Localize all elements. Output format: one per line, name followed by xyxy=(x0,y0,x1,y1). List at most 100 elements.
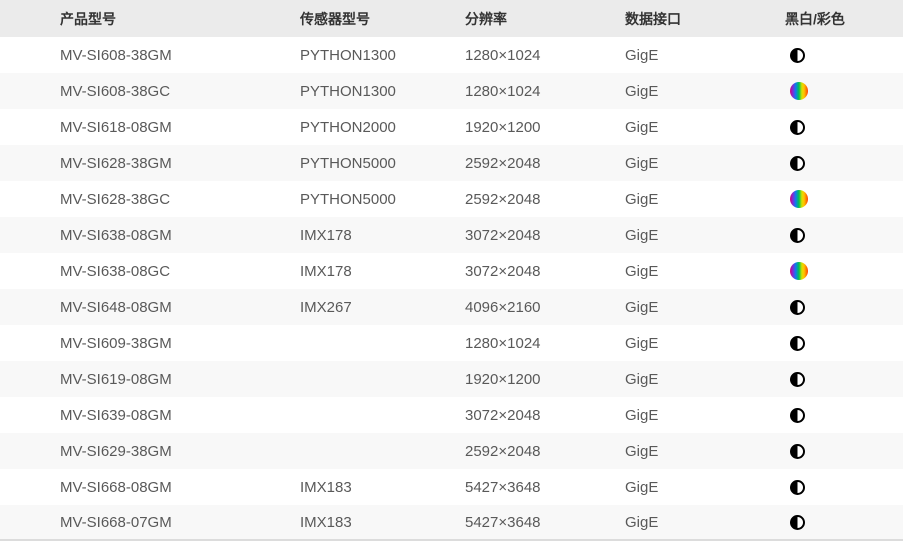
cell-sensor: IMX178 xyxy=(300,227,465,244)
cell-color-mode xyxy=(785,444,903,459)
cell-interface: GigE xyxy=(625,443,785,460)
cell-color-mode xyxy=(785,156,903,171)
mono-half-circle-icon xyxy=(790,156,805,171)
column-header-model: 产品型号 xyxy=(0,9,300,29)
cell-resolution: 1920×1200 xyxy=(465,119,625,136)
table-row: MV-SI668-07GM IMX183 5427×3648 GigE xyxy=(0,505,903,541)
cell-model: MV-SI608-38GC xyxy=(0,83,300,100)
color-spectrum-icon xyxy=(790,82,808,100)
cell-resolution: 1920×1200 xyxy=(465,371,625,388)
column-header-sensor: 传感器型号 xyxy=(300,9,465,29)
cell-interface: GigE xyxy=(625,83,785,100)
color-spectrum-icon xyxy=(790,190,808,208)
cell-interface: GigE xyxy=(625,479,785,496)
table-row: MV-SI608-38GC PYTHON1300 1280×1024 GigE xyxy=(0,73,903,109)
cell-color-mode xyxy=(785,120,903,135)
table-row: MV-SI628-38GC PYTHON5000 2592×2048 GigE xyxy=(0,181,903,217)
cell-model: MV-SI628-38GM xyxy=(0,155,300,172)
cell-interface: GigE xyxy=(625,263,785,280)
cell-color-mode xyxy=(785,300,903,315)
cell-resolution: 3072×2048 xyxy=(465,263,625,280)
table-row: MV-SI618-08GM PYTHON2000 1920×1200 GigE xyxy=(0,109,903,145)
cell-sensor: PYTHON5000 xyxy=(300,191,465,208)
cell-color-mode xyxy=(785,336,903,351)
mono-half-circle-icon xyxy=(790,372,805,387)
cell-model: MV-SI638-08GM xyxy=(0,227,300,244)
cell-model: MV-SI628-38GC xyxy=(0,191,300,208)
mono-half-circle-icon xyxy=(790,300,805,315)
cell-resolution: 1280×1024 xyxy=(465,335,625,352)
table-row: MV-SI619-08GM 1920×1200 GigE xyxy=(0,361,903,397)
column-header-resolution: 分辨率 xyxy=(465,9,625,29)
cell-model: MV-SI629-38GM xyxy=(0,443,300,460)
cell-model: MV-SI618-08GM xyxy=(0,119,300,136)
cell-resolution: 2592×2048 xyxy=(465,191,625,208)
mono-half-circle-icon xyxy=(790,444,805,459)
cell-sensor: IMX183 xyxy=(300,479,465,496)
table-header-row: 产品型号 传感器型号 分辨率 数据接口 黑白/彩色 xyxy=(0,0,903,37)
cell-model: MV-SI638-08GC xyxy=(0,263,300,280)
cell-model: MV-SI639-08GM xyxy=(0,407,300,424)
cell-interface: GigE xyxy=(625,47,785,64)
table-row: MV-SI628-38GM PYTHON5000 2592×2048 GigE xyxy=(0,145,903,181)
mono-half-circle-icon xyxy=(790,336,805,351)
cell-interface: GigE xyxy=(625,514,785,531)
cell-color-mode xyxy=(785,228,903,243)
cell-color-mode xyxy=(785,515,903,530)
table-row: MV-SI638-08GM IMX178 3072×2048 GigE xyxy=(0,217,903,253)
cell-sensor: PYTHON1300 xyxy=(300,47,465,64)
table-row: MV-SI668-08GM IMX183 5427×3648 GigE xyxy=(0,469,903,505)
column-header-color-mode: 黑白/彩色 xyxy=(785,9,903,29)
cell-interface: GigE xyxy=(625,119,785,136)
cell-sensor: IMX267 xyxy=(300,299,465,316)
cell-interface: GigE xyxy=(625,191,785,208)
mono-half-circle-icon xyxy=(790,228,805,243)
cell-sensor: PYTHON5000 xyxy=(300,155,465,172)
cell-resolution: 1280×1024 xyxy=(465,83,625,100)
cell-interface: GigE xyxy=(625,227,785,244)
cell-model: MV-SI619-08GM xyxy=(0,371,300,388)
cell-resolution: 1280×1024 xyxy=(465,47,625,64)
cell-interface: GigE xyxy=(625,407,785,424)
cell-resolution: 2592×2048 xyxy=(465,155,625,172)
table-row: MV-SI639-08GM 3072×2048 GigE xyxy=(0,397,903,433)
cell-sensor: IMX183 xyxy=(300,514,465,531)
cell-resolution: 5427×3648 xyxy=(465,479,625,496)
cell-model: MV-SI668-07GM xyxy=(0,514,300,531)
table-row: MV-SI609-38GM 1280×1024 GigE xyxy=(0,325,903,361)
color-spectrum-icon xyxy=(790,262,808,280)
table-row: MV-SI629-38GM 2592×2048 GigE xyxy=(0,433,903,469)
cell-sensor: PYTHON1300 xyxy=(300,83,465,100)
cell-color-mode xyxy=(785,190,903,208)
cell-interface: GigE xyxy=(625,335,785,352)
cell-color-mode xyxy=(785,372,903,387)
cell-color-mode xyxy=(785,48,903,63)
cell-model: MV-SI648-08GM xyxy=(0,299,300,316)
product-spec-table: 产品型号 传感器型号 分辨率 数据接口 黑白/彩色 MV-SI608-38GM … xyxy=(0,0,903,541)
cell-color-mode xyxy=(785,262,903,280)
mono-half-circle-icon xyxy=(790,515,805,530)
table-row: MV-SI608-38GM PYTHON1300 1280×1024 GigE xyxy=(0,37,903,73)
cell-interface: GigE xyxy=(625,371,785,388)
cell-resolution: 3072×2048 xyxy=(465,227,625,244)
cell-resolution: 5427×3648 xyxy=(465,514,625,531)
cell-resolution: 2592×2048 xyxy=(465,443,625,460)
mono-half-circle-icon xyxy=(790,480,805,495)
cell-color-mode xyxy=(785,480,903,495)
cell-color-mode xyxy=(785,82,903,100)
column-header-interface: 数据接口 xyxy=(625,9,785,29)
cell-resolution: 3072×2048 xyxy=(465,407,625,424)
table-row: MV-SI638-08GC IMX178 3072×2048 GigE xyxy=(0,253,903,289)
cell-interface: GigE xyxy=(625,299,785,316)
mono-half-circle-icon xyxy=(790,120,805,135)
table-row: MV-SI648-08GM IMX267 4096×2160 GigE xyxy=(0,289,903,325)
cell-model: MV-SI609-38GM xyxy=(0,335,300,352)
cell-sensor: PYTHON2000 xyxy=(300,119,465,136)
mono-half-circle-icon xyxy=(790,48,805,63)
cell-sensor: IMX178 xyxy=(300,263,465,280)
cell-model: MV-SI668-08GM xyxy=(0,479,300,496)
cell-color-mode xyxy=(785,408,903,423)
table-body: MV-SI608-38GM PYTHON1300 1280×1024 GigE … xyxy=(0,37,903,541)
cell-interface: GigE xyxy=(625,155,785,172)
cell-resolution: 4096×2160 xyxy=(465,299,625,316)
